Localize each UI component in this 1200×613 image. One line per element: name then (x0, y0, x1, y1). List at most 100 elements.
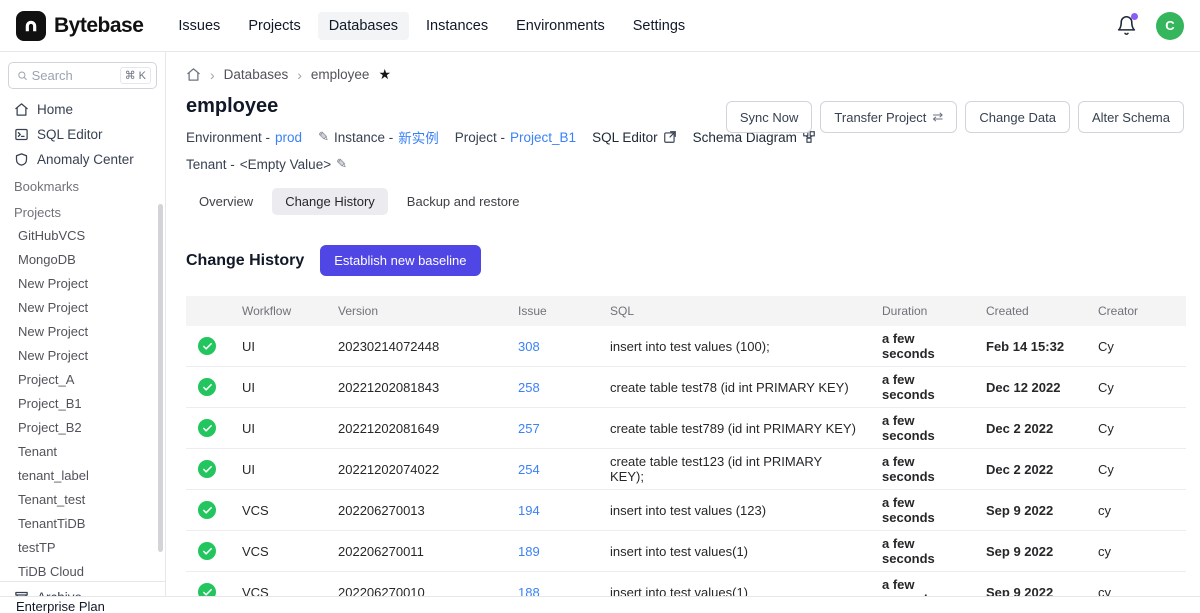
notification-dot (1131, 13, 1138, 20)
sidebar-project-item[interactable]: New Project (0, 344, 165, 368)
instance-meta: ✎ Instance - 新实例 (318, 127, 439, 147)
sidebar-project-item[interactable]: New Project (0, 296, 165, 320)
logo[interactable]: Bytebase (16, 11, 143, 41)
sql-cell: insert into test values(1) (598, 531, 870, 572)
establish-baseline-button[interactable]: Establish new baseline (320, 245, 480, 276)
creator-cell: Cy (1086, 408, 1186, 449)
sidebar-scrollbar[interactable] (158, 204, 163, 552)
topnav-item[interactable]: Environments (505, 12, 616, 40)
transfer-project-button[interactable]: Transfer Project ⇄ (820, 101, 957, 133)
environment-meta: Environment - prod (186, 130, 302, 145)
environment-link[interactable]: prod (275, 130, 302, 145)
tab[interactable]: Change History (272, 188, 388, 215)
sidebar-project-item[interactable]: New Project (0, 272, 165, 296)
created-cell: Feb 14 15:32 (974, 326, 1086, 367)
success-check-icon (198, 460, 216, 478)
duration-cell: a few seconds (870, 531, 974, 572)
top-bar: Bytebase Issues Projects Databases Insta… (0, 0, 1200, 52)
edit-tenant-pencil-icon[interactable]: ✎ (336, 156, 347, 172)
sidebar: ⌘ K Home SQL Editor Anomaly Center Bookm… (0, 52, 166, 613)
sidebar-project-item[interactable]: Tenant_test (0, 488, 165, 512)
success-check-icon (198, 419, 216, 437)
tab[interactable]: Backup and restore (394, 188, 533, 215)
topnav-item[interactable]: Settings (622, 12, 696, 40)
table-header-cell: SQL (598, 296, 870, 326)
topnav-item[interactable]: Issues (167, 12, 231, 40)
sync-now-button[interactable]: Sync Now (726, 101, 813, 133)
table-header-cell: Created (974, 296, 1086, 326)
change-history-section-header: Change History Establish new baseline (186, 245, 1184, 276)
database-meta-line-1: Environment - prod ✎ Instance - 新实例 Proj… (186, 127, 726, 147)
search-icon (17, 69, 28, 82)
notifications-bell-icon[interactable] (1116, 15, 1138, 37)
issue-link[interactable]: 308 (518, 339, 540, 354)
topnav-item[interactable]: Databases (318, 12, 409, 40)
avatar[interactable]: C (1156, 12, 1184, 40)
sidebar-project-item[interactable]: GitHubVCS (0, 224, 165, 248)
success-check-icon (198, 337, 216, 355)
issue-link[interactable]: 257 (518, 421, 540, 436)
sidebar-section-bookmarks[interactable]: Bookmarks (0, 172, 165, 198)
app-title: Bytebase (54, 14, 143, 38)
table-row[interactable]: VCS 202206270013 194 insert into test va… (186, 490, 1186, 531)
issue-link[interactable]: 194 (518, 503, 540, 518)
sidebar-project-item[interactable]: TenantTiDB (0, 512, 165, 536)
detail-tabs: Overview Change History Backup and resto… (186, 188, 1184, 215)
sidebar-project-item[interactable]: Project_B2 (0, 416, 165, 440)
table-header-cell: Duration (870, 296, 974, 326)
sidebar-item-sql-editor[interactable]: SQL Editor (0, 122, 165, 147)
sidebar-section-projects[interactable]: Projects (0, 198, 165, 224)
version-cell: 202206270013 (326, 490, 506, 531)
table-header-cell: Issue (506, 296, 598, 326)
workflow-cell: UI (230, 367, 326, 408)
search-box[interactable]: ⌘ K (8, 62, 157, 89)
creator-cell: cy (1086, 490, 1186, 531)
breadcrumb-employee[interactable]: employee (311, 67, 370, 82)
sidebar-project-item[interactable]: testTP (0, 536, 165, 560)
sidebar-project-item[interactable]: MongoDB (0, 248, 165, 272)
bytebase-logo-icon (16, 11, 46, 41)
table-row[interactable]: UI 20221202081649 257 create table test7… (186, 408, 1186, 449)
sidebar-project-item[interactable]: TiDB Cloud (0, 560, 165, 581)
table-header-cell: Creator (1086, 296, 1186, 326)
tab[interactable]: Overview (186, 188, 266, 215)
enterprise-plan-bar[interactable]: Enterprise Plan (0, 596, 1200, 613)
home-icon (14, 102, 29, 117)
project-meta: Project - Project_B1 (455, 130, 576, 145)
sidebar-project-item[interactable]: tenant_label (0, 464, 165, 488)
search-input[interactable] (32, 68, 116, 83)
alter-schema-button[interactable]: Alter Schema (1078, 101, 1184, 133)
sql-cell: insert into test values (100); (598, 326, 870, 367)
sql-cell: create table test789 (id int PRIMARY KEY… (598, 408, 870, 449)
workflow-cell: UI (230, 449, 326, 490)
section-title: Change History (186, 252, 304, 270)
issue-link[interactable]: 258 (518, 380, 540, 395)
sidebar-project-item[interactable]: Tenant (0, 440, 165, 464)
table-row[interactable]: VCS 202206270011 189 insert into test va… (186, 531, 1186, 572)
sidebar-item-anomaly-center[interactable]: Anomaly Center (0, 147, 165, 172)
external-link-icon (663, 130, 677, 144)
version-cell: 20221202081649 (326, 408, 506, 449)
project-link[interactable]: Project_B1 (510, 130, 576, 145)
sidebar-item-home[interactable]: Home (0, 97, 165, 122)
table-row[interactable]: UI 20221202074022 254 create table test1… (186, 449, 1186, 490)
main-content: › Databases › employee ★ employee Enviro… (166, 52, 1200, 613)
duration-cell: a few seconds (870, 408, 974, 449)
instance-link[interactable]: 新实例 (398, 127, 439, 147)
sql-editor-link[interactable]: SQL Editor (592, 130, 677, 145)
table-row[interactable]: UI 20221202081843 258 create table test7… (186, 367, 1186, 408)
breadcrumb-databases[interactable]: Databases (224, 67, 289, 82)
workflow-cell: VCS (230, 490, 326, 531)
table-row[interactable]: UI 20230214072448 308 insert into test v… (186, 326, 1186, 367)
search-shortcut: ⌘ K (120, 67, 151, 84)
issue-link[interactable]: 254 (518, 462, 540, 477)
topnav-item[interactable]: Instances (415, 12, 499, 40)
bookmark-star-icon[interactable]: ★ (378, 66, 391, 83)
sidebar-project-item[interactable]: Project_B1 (0, 392, 165, 416)
home-icon[interactable] (186, 67, 201, 82)
sidebar-project-item[interactable]: New Project (0, 320, 165, 344)
topnav-item[interactable]: Projects (237, 12, 311, 40)
sidebar-project-item[interactable]: Project_A (0, 368, 165, 392)
issue-link[interactable]: 189 (518, 544, 540, 559)
change-data-button[interactable]: Change Data (965, 101, 1070, 133)
